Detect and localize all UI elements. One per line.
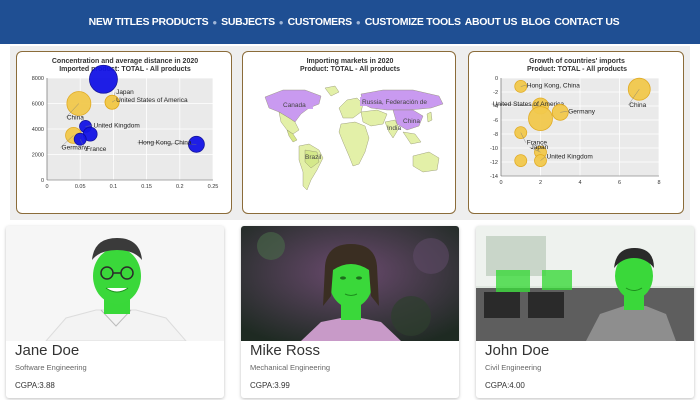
map-label-brazil: Brazil (305, 154, 322, 161)
student-photo (241, 226, 459, 341)
y-tick-label: -10 (490, 146, 498, 152)
y-tick-label: 0 (495, 76, 498, 82)
student-gpa: CGPA:3.88 (15, 381, 55, 390)
nav-separator: ● (278, 17, 284, 27)
point-label: Germany (568, 108, 595, 115)
point-label: United Kingdom (547, 154, 593, 161)
map-region-europe (338, 97, 364, 119)
student-name: Mike Ross (250, 342, 321, 359)
student-name: Jane Doe (15, 342, 80, 359)
plot-area: 0-2-4-6-8-10-12-140 2 4 6 8Hong Kong, ChinaC… (490, 76, 660, 186)
point-label: Germany (62, 144, 89, 151)
x-tick-label: 0.1 (110, 184, 118, 190)
student-card[interactable]: John Doe Civil Engineering CGPA:4.00 (476, 226, 694, 398)
nav-link-contact-us[interactable]: CONTACT US (554, 16, 619, 28)
student-name: John Doe (485, 342, 550, 359)
map-region-australia (412, 151, 440, 173)
chart-subtitle: Product: TOTAL - All products (527, 66, 627, 73)
x-tick-label: 0.2 (176, 184, 184, 190)
chart-subtitle: Imported product: TOTAL - All products (59, 66, 191, 73)
student-card[interactable]: Mike Ross Mechanical Engineering CGPA:3.… (241, 226, 459, 398)
x-tick-label: 0.25 (208, 184, 219, 190)
bubble-point (89, 64, 118, 94)
nav-separator: ● (212, 17, 218, 27)
importing-markets-world-map: Importing markets in 2020 Product: TOTAL… (264, 58, 444, 191)
map-region-se-asia (402, 131, 422, 145)
nav-link-about-us[interactable]: ABOUT US (465, 16, 518, 28)
y-tick-label: 2000 (32, 153, 44, 159)
plot-area: 0 2000 4000 6000 8000 0 0.05 0.1 0.15 0.2 0.25 Japa… (32, 64, 219, 190)
map-subtitle: Product: TOTAL - All products (300, 66, 400, 73)
bubble-point (627, 77, 651, 101)
growth-chart-card[interactable]: Growth of countries' imports Product: TO… (468, 51, 684, 214)
y-tick-label: -12 (490, 160, 498, 166)
student-gpa: CGPA:3.99 (250, 381, 290, 390)
y-tick-label: -8 (493, 132, 498, 138)
point-label: Japan (116, 89, 134, 96)
y-tick-label: -14 (490, 174, 498, 180)
y-tick-label: 8000 (32, 76, 44, 82)
point-label: Japan (531, 144, 549, 151)
map-region-japan (426, 111, 433, 123)
y-tick-label: 6000 (32, 102, 44, 108)
map-region-africa (338, 121, 370, 167)
x-tick-label: 2 (539, 180, 542, 186)
x-tick-label: 0.05 (75, 184, 86, 190)
y-tick-label: 4000 (32, 127, 44, 133)
y-tick-label: 0 (41, 178, 44, 184)
x-tick-label: 6 (618, 180, 621, 186)
bubble-point (73, 132, 87, 146)
map-title: Importing markets in 2020 (307, 58, 394, 65)
point-label: China (629, 102, 646, 109)
y-tick-label: -6 (493, 118, 498, 124)
point-label: United States of America (116, 97, 188, 104)
map-region-greenland (324, 85, 340, 97)
student-major: Civil Engineering (485, 363, 542, 372)
concentration-bubble-chart: Concentration and average distance in 20… (32, 58, 219, 190)
bubble-point (534, 154, 547, 167)
student-card[interactable]: Jane Doe Software Engineering CGPA:3.88 (6, 226, 224, 398)
map-label-canada: Canada (283, 102, 306, 109)
map-label-india: India (387, 125, 401, 132)
student-major: Mechanical Engineering (250, 363, 331, 372)
nav-link-customers[interactable]: CUSTOMERS (288, 16, 353, 28)
point-label: Hong Kong, China (527, 82, 581, 89)
point-label: France (86, 146, 107, 153)
importing-markets-map-card[interactable]: Importing markets in 2020 Product: TOTAL… (242, 51, 456, 214)
nav-separator: ● (355, 17, 361, 27)
student-photo (6, 226, 224, 341)
student-gpa: CGPA:4.00 (485, 381, 525, 390)
x-tick-label: 0.15 (141, 184, 152, 190)
nav-link-customize-tools[interactable]: CUSTOMIZE TOOLS (365, 16, 461, 28)
bubble-point (551, 103, 569, 121)
point-label: China (67, 115, 84, 122)
growth-bubble-chart: Growth of countries' imports Product: TO… (490, 58, 660, 186)
point-label: United Kingdom (94, 122, 140, 129)
student-major: Software Engineering (15, 363, 87, 372)
concentration-chart-card[interactable]: Concentration and average distance in 20… (16, 51, 232, 214)
nav-link-new-titles-products[interactable]: NEW TITLES PRODUCTS (89, 16, 209, 28)
chart-title: Concentration and average distance in 20… (52, 58, 198, 65)
x-tick-label: 8 (657, 180, 660, 186)
map-region-middle-east (360, 109, 388, 127)
bubble-point (528, 106, 553, 131)
bubble-point (514, 154, 528, 167)
map-label-russia: Russia, Federación de (362, 99, 427, 106)
nav-link-subjects[interactable]: SUBJECTS (221, 16, 275, 28)
chart-title: Growth of countries' imports (529, 58, 625, 65)
point-label: United States of America (493, 101, 565, 108)
student-photo (476, 226, 694, 341)
nav-link-blog[interactable]: BLOG (521, 16, 550, 28)
x-tick-label: 0 (45, 184, 48, 190)
top-navbar: NEW TITLES PRODUCTS ● SUBJECTS ● CUSTOME… (0, 0, 700, 44)
nav-menu: NEW TITLES PRODUCTS ● SUBJECTS ● CUSTOME… (89, 16, 620, 28)
map-label-china: China (403, 118, 420, 125)
charts-panel: Concentration and average distance in 20… (10, 46, 690, 220)
y-tick-label: -2 (493, 90, 498, 96)
point-label: Hong Kong, China (138, 139, 192, 146)
x-tick-label: 0 (499, 180, 502, 186)
x-tick-label: 4 (578, 180, 581, 186)
